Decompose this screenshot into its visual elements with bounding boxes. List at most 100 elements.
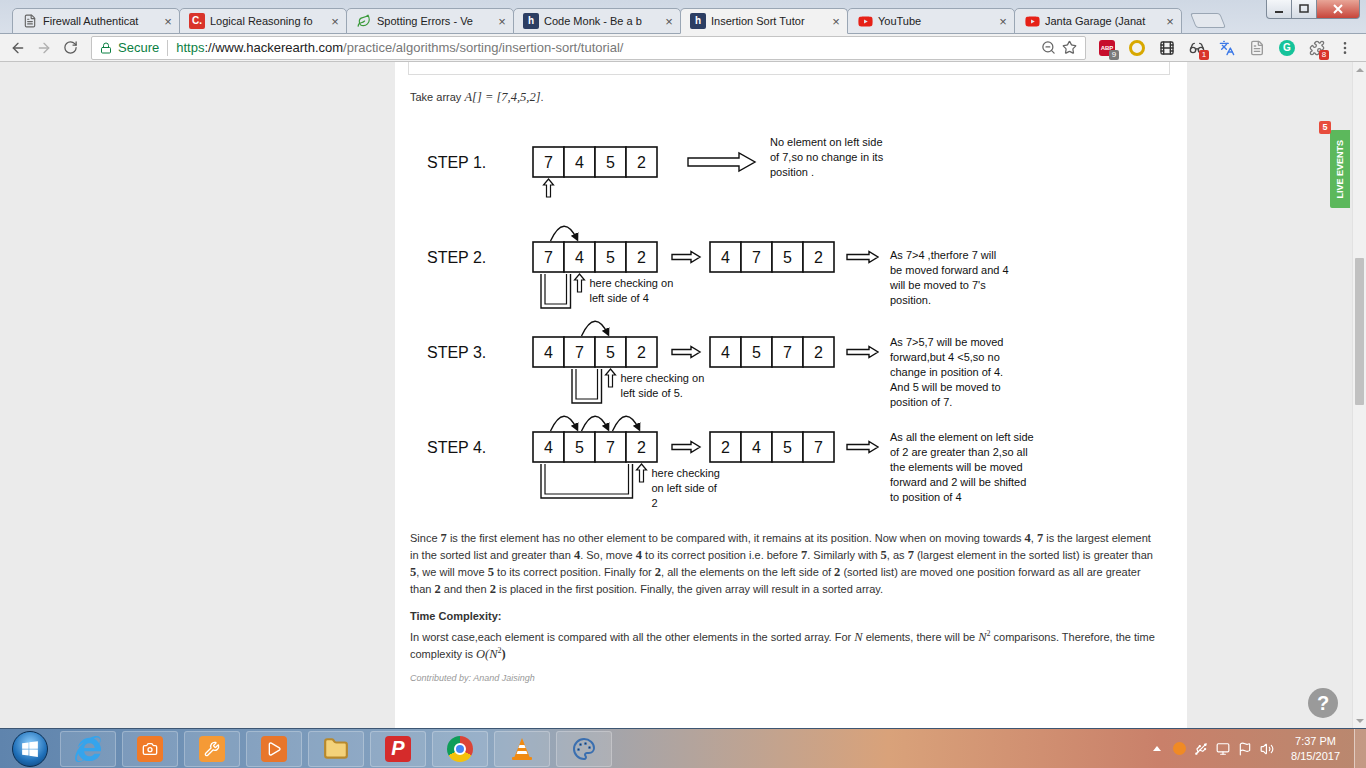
forward-button[interactable] [31,36,57,60]
extension-button[interactable] [1242,36,1272,60]
superscript: 2 [987,629,991,638]
browser-tab[interactable]: YouTube × [847,8,1015,34]
maximize-button[interactable] [1291,0,1317,19]
taskbar-app[interactable] [308,731,364,767]
browser-tab[interactable]: Spotting Errors - Ve× [346,8,514,34]
tab-close-button[interactable]: × [330,15,340,28]
taskbar-app[interactable] [184,731,240,767]
taskbar-app[interactable] [494,731,550,767]
tab-close-button[interactable]: × [831,15,841,28]
menu-button[interactable] [1332,36,1358,60]
tray-icon[interactable] [1171,741,1187,757]
scroll-up-button[interactable] [1353,62,1366,77]
array-after: 4572 [710,337,834,367]
browser-tab[interactable]: hCode Monk - Be a b× [513,8,681,34]
array-before: 4572 [533,432,657,462]
taskbar-app[interactable] [432,731,488,767]
math-text: ) [502,647,506,661]
complexity-text: In worst case,each element is compared w… [410,629,1155,663]
taskbar-app[interactable] [60,731,116,767]
bookmark-button[interactable] [1062,40,1077,55]
help-button[interactable]: ? [1308,688,1338,718]
zoom-out-icon [1041,40,1056,55]
scroll-track[interactable] [1353,77,1366,713]
extension-button[interactable]: 8 [1302,36,1332,60]
tab-close-button[interactable]: × [497,15,507,28]
close-icon [1333,4,1343,14]
step: STEP 3.4752here checking onleft side of … [427,321,1003,408]
taskbar-app[interactable] [122,731,178,767]
system-tray [1147,741,1281,757]
url-part: https [176,40,204,55]
extension-button[interactable]: ABP9 [1092,36,1122,60]
browser-tab[interactable]: hInsertion Sort Tutor× [680,8,848,34]
extension-button[interactable] [1122,36,1152,60]
zoom-button[interactable] [1041,40,1056,55]
tab-close-button[interactable]: × [1165,15,1175,28]
svg-text:4: 4 [544,439,553,456]
text: and then [441,583,490,595]
taskbar-app[interactable] [556,731,612,767]
pointer-annotation: here checking [652,467,721,479]
array-cell: 5 [595,147,626,177]
move-arc [613,416,640,431]
array-cell: 2 [626,432,657,462]
tab-strip: Firewall Authenticat×C.Logical Reasoning… [0,0,1366,34]
browser-tab[interactable]: Janta Garage (Janat × [1014,8,1182,34]
extension-button[interactable] [1212,36,1242,60]
tray-icon[interactable] [1259,741,1275,757]
scroll-down-button[interactable] [1353,713,1366,728]
extension-button[interactable]: G [1272,36,1302,60]
array-after: 4752 [710,242,834,272]
browser-tab[interactable]: Firewall Authenticat× [12,8,180,34]
flag-icon [1238,742,1252,756]
tab-close-button[interactable]: × [998,15,1008,28]
show-hidden-icons-button[interactable] [1153,746,1161,751]
math-text: N2 [978,630,990,644]
start-button[interactable] [12,731,48,767]
reload-button[interactable] [57,36,83,60]
tray-icon[interactable] [1215,741,1231,757]
extension-button[interactable]: 1 [1182,36,1212,60]
tab-label: Code Monk - Be a b [544,15,659,27]
clock[interactable]: 7:37 PM8/15/2017 [1281,734,1354,764]
tray-icon[interactable] [1193,741,1209,757]
check-bracket [541,464,633,498]
taskbar-app[interactable] [246,731,302,767]
show-desktop-button[interactable] [1354,729,1366,768]
camera-app-icon [137,736,163,762]
scrollbar[interactable] [1352,62,1366,728]
taskbar-app[interactable]: P [370,731,426,767]
scroll-thumb[interactable] [1355,258,1364,405]
new-tab-button[interactable] [1190,13,1226,28]
math-text: 2 [834,565,840,579]
tab-close-button[interactable]: × [664,15,674,28]
tab-label: Janta Garage (Janat [1045,15,1160,27]
svg-text:5: 5 [606,344,615,361]
tab-close-button[interactable]: × [163,15,173,28]
svg-text:7: 7 [814,439,823,456]
tray-icon[interactable] [1237,741,1253,757]
chrome-icon [447,736,473,762]
address-bar[interactable]: Securehttps://www.hackerearth.com/practi… [91,36,1086,60]
extension-button[interactable] [1152,36,1182,60]
live-events-tab[interactable]: LIVE EVENTS [1330,130,1350,208]
insertion-sort-diagram: STEP 1.7452No element on left sideof 7,s… [410,118,1170,518]
back-button[interactable] [5,36,31,60]
minimize-button[interactable] [1266,0,1292,19]
live-events-badge: 5 [1319,121,1331,134]
result-arrow-icon [672,442,700,453]
paint-icon [572,737,596,761]
internet-explorer-icon [75,736,101,762]
close-window-button[interactable] [1316,0,1360,19]
browser-tab[interactable]: C.Logical Reasoning fo× [179,8,347,34]
tab-label: YouTube [878,15,993,27]
array-cell: 5 [741,337,772,367]
svg-text:5: 5 [783,439,792,456]
svg-text:4: 4 [575,249,584,266]
text: . Similarly with [807,549,880,561]
text: , as [887,549,908,561]
svg-text:2: 2 [721,439,730,456]
array-cell: 5 [595,242,626,272]
step-note: No element on left side [770,136,883,148]
